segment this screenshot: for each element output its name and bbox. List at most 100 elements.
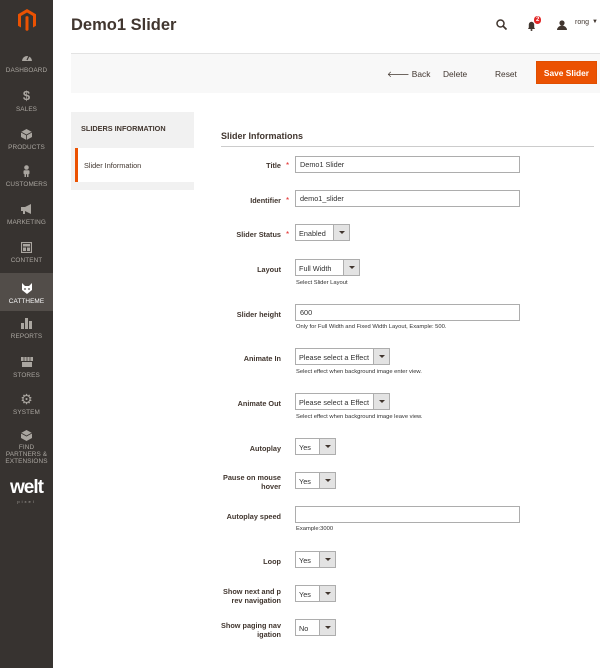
animate-in-select[interactable]: Please select a Effect (295, 348, 390, 365)
sidebar-item-dashboard[interactable]: DASHBOARD (0, 50, 53, 80)
tab-label: Slider Information (84, 161, 142, 170)
reset-button[interactable]: Reset (495, 69, 517, 79)
arrow-left-icon: 🡐 (387, 69, 410, 79)
title-input[interactable]: Demo1 Slider (295, 156, 520, 173)
sidebar-label: MARKETING (7, 219, 46, 226)
identifier-input[interactable]: demo1_slider (295, 190, 520, 207)
dropdown-arrow-icon (373, 394, 389, 409)
layout-select[interactable]: Full Width (295, 259, 360, 276)
search-icon[interactable] (496, 17, 508, 35)
autoplay-select[interactable]: Yes (295, 438, 336, 455)
user-name[interactable]: rong (575, 19, 589, 26)
label-line: igation (257, 630, 281, 639)
loop-label: Loop (263, 557, 281, 566)
sidebar-label: REPORTS (10, 333, 43, 340)
dropdown-arrow-icon (319, 439, 335, 454)
required-marker: * (286, 230, 290, 239)
megaphone-icon (20, 202, 34, 216)
sidebar-item-sales[interactable]: $ SALES (0, 89, 53, 119)
autoplay-label: Autoplay (249, 444, 281, 453)
cat-icon (20, 281, 34, 295)
dropdown-arrow-icon (343, 260, 359, 275)
dollar-icon: $ (22, 88, 31, 103)
sidebar-item-products[interactable]: PRODUCTS (0, 127, 53, 157)
sidebar-item-content[interactable]: CONTENT (0, 240, 53, 270)
user-icon[interactable] (557, 17, 567, 35)
label-line: Show next and p (223, 587, 281, 596)
dropdown-arrow-icon (319, 473, 335, 488)
section-divider (221, 146, 594, 147)
tab-slider-information[interactable]: Slider Information (75, 148, 194, 182)
select-value: No (299, 624, 309, 633)
identifier-label: Identifier (250, 196, 281, 205)
sidebar-label: SALES (15, 106, 38, 113)
sidebar-label: CUSTOMERS (5, 181, 48, 188)
loop-select[interactable]: Yes (295, 551, 336, 568)
animate-out-note: Select effect when background image leav… (296, 414, 423, 420)
sidebar-item-customers[interactable]: CUSTOMERS (0, 164, 53, 194)
select-value: Yes (299, 477, 311, 486)
select-value: Enabled (299, 229, 326, 238)
autoplay-speed-input[interactable] (295, 506, 520, 523)
autoplay-speed-label: Autoplay speed (226, 512, 281, 521)
brand-name: welt (10, 477, 44, 498)
sidebar-item-reports[interactable]: REPORTS (0, 316, 53, 346)
select-value: Please select a Effect (299, 353, 370, 362)
height-label: Slider height (236, 310, 281, 319)
store-icon (20, 355, 34, 369)
admin-sidebar: DASHBOARD $ SALES PRODUCTS CUSTOMERS MAR… (0, 0, 53, 668)
tabs-title: SLIDERS INFORMATION (81, 124, 166, 133)
label-line: rev navigation (231, 596, 281, 605)
dropdown-arrow-icon (373, 349, 389, 364)
dropdown-arrow-icon (319, 586, 335, 601)
status-select[interactable]: Enabled (295, 224, 350, 241)
select-value: Yes (299, 590, 311, 599)
save-slider-button[interactable]: Save Slider (536, 61, 597, 84)
page-actions-bar: 🡐 Back Delete Reset (71, 53, 600, 93)
pause-select[interactable]: Yes (295, 472, 336, 489)
dropdown-arrow-icon (319, 552, 335, 567)
nav-select[interactable]: Yes (295, 585, 336, 602)
select-value: Please select a Effect (299, 398, 370, 407)
dropdown-arrow-icon (319, 620, 335, 635)
sidebar-item-stores[interactable]: STORES (0, 355, 53, 385)
magento-logo-icon (17, 9, 36, 31)
gear-icon: ⚙ (20, 391, 33, 407)
sidebar-label: DASHBOARD (5, 67, 48, 74)
magento-logo[interactable] (0, 0, 53, 40)
sidebar-item-system[interactable]: ⚙ SYSTEM (0, 392, 53, 422)
sliders-tabs-panel: SLIDERS INFORMATION Slider Information (71, 112, 194, 190)
person-icon (20, 164, 34, 178)
animate-in-note: Select effect when background image ente… (296, 369, 422, 375)
sidebar-label: SYSTEM (13, 409, 40, 416)
animate-in-label: Animate In (243, 354, 281, 363)
layout-icon (20, 240, 34, 254)
back-label: Back (411, 69, 431, 79)
sidebar-item-cattheme[interactable]: CATTHEME (0, 273, 53, 311)
caret-down-icon[interactable]: ▼ (592, 19, 598, 25)
delete-button[interactable]: Delete (443, 69, 467, 79)
sidebar-label: STORES (13, 372, 40, 379)
paging-select[interactable]: No (295, 619, 336, 636)
section-title: Slider Informations (221, 131, 304, 141)
box-icon (20, 429, 34, 441)
sidebar-label: FIND PARTNERS & EXTENSIONS (5, 444, 48, 465)
select-value: Yes (299, 556, 311, 565)
back-button[interactable]: 🡐 Back (387, 69, 430, 80)
sidebar-item-marketing[interactable]: MARKETING (0, 202, 53, 232)
label-line: hover (261, 482, 281, 491)
nav-label: Show next and p rev navigation (191, 587, 281, 605)
bar-chart-icon (20, 316, 34, 330)
sidebar-label: PRODUCTS (8, 144, 45, 151)
autoplay-speed-note: Example:3000 (296, 526, 334, 532)
paging-label: Show paging nav igation (191, 621, 281, 639)
height-input[interactable]: 600 (295, 304, 520, 321)
title-label: Title (266, 161, 281, 170)
status-label: Slider Status (236, 230, 281, 239)
animate-out-select[interactable]: Please select a Effect (295, 393, 390, 410)
height-note: Only for Full Width and Fixed Width Layo… (296, 324, 447, 330)
label-line: Pause on mouse (223, 473, 281, 482)
sidebar-item-find-partners[interactable]: FIND PARTNERS & EXTENSIONS (0, 429, 53, 465)
cube-icon (20, 127, 34, 141)
dashboard-icon (20, 50, 34, 64)
